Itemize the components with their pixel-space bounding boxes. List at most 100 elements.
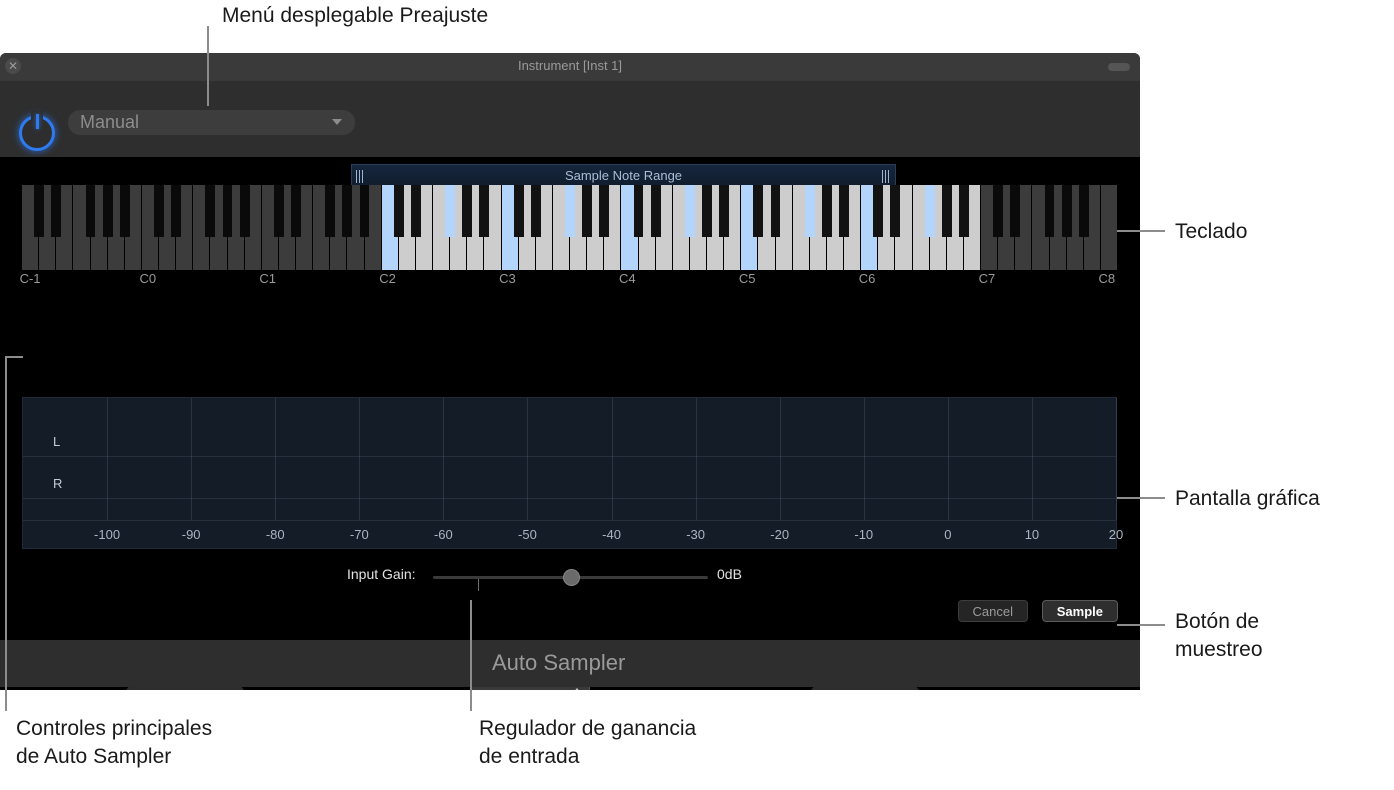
piano-black-key[interactable] (154, 185, 164, 237)
piano-black-key[interactable] (445, 185, 456, 237)
piano-black-key[interactable] (719, 185, 730, 237)
grip-handle-icon[interactable] (356, 170, 365, 183)
plugin-name: Auto Sampler (492, 650, 626, 675)
chart-tick-label: -20 (770, 527, 790, 542)
power-icon[interactable] (19, 110, 55, 151)
chart-gridline (695, 398, 697, 520)
velocity-response-value: Linear (480, 687, 519, 690)
piano-black-key[interactable] (633, 185, 644, 237)
chart-gridline (275, 398, 277, 520)
channel-label-left: L (53, 434, 61, 449)
slider-knob-icon[interactable] (563, 569, 580, 586)
leader-line-keyboard (1117, 230, 1165, 232)
piano-black-key[interactable] (873, 185, 884, 237)
piano-black-key[interactable] (102, 185, 113, 237)
octave-label: C8 (1098, 271, 1116, 286)
piano-black-key[interactable] (239, 185, 250, 237)
piano-black-key[interactable] (205, 185, 216, 237)
preset-dropdown[interactable]: Manual (68, 110, 355, 135)
preset-value: Manual (80, 112, 140, 132)
piano-black-key[interactable] (684, 185, 695, 237)
chart-tick-label: 0 (944, 527, 952, 542)
piano-black-key[interactable] (342, 185, 353, 237)
sample-note-range-bar[interactable]: Sample Note Range (351, 164, 896, 187)
window-title: Instrument [Inst 1] (517, 58, 623, 73)
sample-every-value: 6 semi (163, 687, 207, 690)
piano-black-key[interactable] (51, 185, 62, 237)
annotation-main-controls: Controles principales de Auto Sampler (16, 717, 213, 768)
piano-black-key[interactable] (171, 185, 182, 237)
piano-black-key[interactable] (513, 185, 524, 237)
input-gain-label: Input Gain: (347, 566, 416, 582)
piano-black-key[interactable] (1078, 185, 1089, 237)
chart-tick-label: -10 (854, 527, 874, 542)
piano-black-key[interactable] (119, 185, 130, 237)
grip-handle-icon[interactable] (882, 170, 891, 183)
piano-black-key[interactable] (890, 185, 901, 237)
piano-black-key[interactable] (34, 185, 45, 237)
chart-tick-label: 10 (1024, 527, 1040, 542)
piano-black-key[interactable] (1061, 185, 1072, 237)
auto-loop-end-value: 90 % (849, 687, 881, 690)
piano-black-key[interactable] (599, 185, 610, 237)
piano-black-key[interactable] (804, 185, 815, 237)
slider-tick-icon (478, 579, 479, 591)
piano-keyboard[interactable] (22, 185, 1118, 270)
piano-black-key[interactable] (565, 185, 575, 237)
chart-tick-label: -60 (433, 527, 453, 542)
leader-line-preset (207, 26, 209, 106)
piano-black-key[interactable] (273, 185, 284, 237)
piano-black-key[interactable] (1010, 185, 1021, 237)
cancel-button[interactable]: Cancel (957, 600, 1028, 622)
octave-label: C0 (139, 271, 157, 286)
piano-black-key[interactable] (702, 185, 712, 237)
piano-black-key[interactable] (821, 185, 832, 237)
level-meter-display[interactable]: L R -100 -90 -80 -70 -60 -50 -40 -30 -20 -10 0 10 20 (22, 397, 1123, 549)
piano-black-key[interactable] (839, 185, 849, 237)
piano-black-key[interactable] (359, 185, 370, 237)
piano-black-key[interactable] (530, 185, 541, 237)
piano-white-key[interactable] (1100, 185, 1118, 270)
sample-every-label: Sample Every: (4, 689, 120, 690)
chart-gridline (863, 398, 865, 520)
auto-sampler-window: ✕ Instrument [Inst 1] Manual Compare Cop… (0, 53, 1140, 690)
chart-tick-label: -80 (265, 527, 285, 542)
velocity-response-label: Velocity Response: (320, 689, 465, 690)
piano-black-key[interactable] (650, 185, 661, 237)
octave-label: C1 (259, 271, 276, 286)
piano-black-key[interactable] (325, 185, 336, 237)
piano-black-key[interactable] (993, 185, 1004, 237)
piano-black-key[interactable] (582, 185, 593, 237)
piano-black-key[interactable] (85, 185, 96, 237)
piano-black-key[interactable] (753, 185, 764, 237)
channel-label-right: R (53, 476, 63, 491)
sample-button[interactable]: Sample (1041, 600, 1118, 622)
chart-gridline (1031, 398, 1033, 520)
stepper-arrows-icon[interactable] (573, 688, 582, 690)
leader-line-main-controls (5, 356, 7, 711)
piano-black-key[interactable] (941, 185, 952, 237)
piano-black-key[interactable] (958, 185, 969, 237)
annotation-graphic-display: Pantalla gráfica (1175, 487, 1320, 510)
piano-black-key[interactable] (1044, 185, 1055, 237)
annotation-sample-button: Botón de muestreo (1175, 610, 1263, 661)
chart-gridline (443, 398, 445, 520)
piano-black-key[interactable] (770, 185, 781, 237)
octave-label: C5 (738, 271, 756, 286)
piano-black-key[interactable] (924, 185, 935, 237)
piano-black-key[interactable] (291, 185, 301, 237)
chart-baseline (23, 498, 1116, 499)
leader-line-sample (1117, 624, 1165, 626)
chart-gridline (947, 398, 949, 520)
chart-tick-label: -40 (602, 527, 621, 542)
parameter-controls: Range Start: C2 Range End: B6 Sample Eve… (0, 302, 1140, 690)
octave-label: C4 (618, 271, 636, 286)
input-gain-slider[interactable] (433, 569, 708, 591)
piano-black-key[interactable] (393, 185, 404, 237)
piano-black-key[interactable] (479, 185, 490, 237)
piano-black-key[interactable] (410, 185, 421, 237)
window-pill-icon[interactable] (1108, 63, 1130, 71)
chart-tick-label: -50 (518, 527, 537, 542)
piano-black-key[interactable] (222, 185, 233, 237)
piano-black-key[interactable] (462, 185, 473, 237)
